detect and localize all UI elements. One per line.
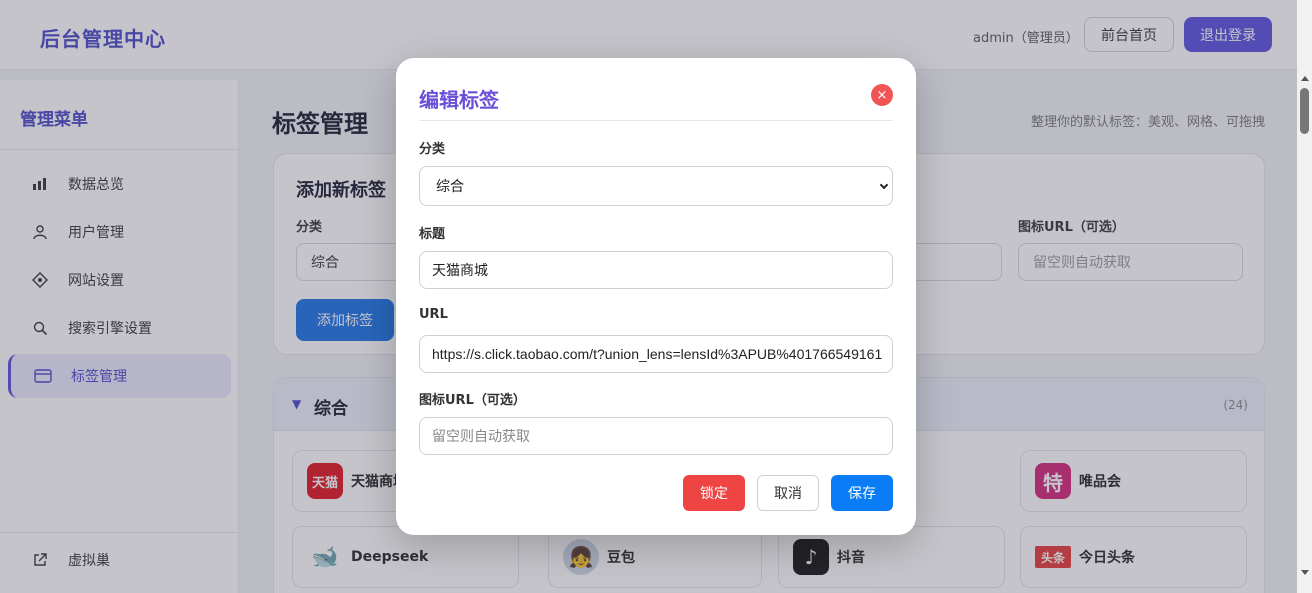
edit-tag-modal: 编辑标签 × 分类 综合 标题 天猫商城 URL https://s.click…	[396, 58, 916, 535]
close-icon[interactable]: ×	[871, 84, 893, 106]
scroll-thumb[interactable]	[1300, 88, 1309, 134]
title-label: 标题	[419, 227, 446, 242]
url-label: URL	[419, 307, 448, 322]
page-scrollbar[interactable]	[1297, 0, 1312, 593]
icon-url-input[interactable]: 留空则自动获取	[419, 417, 893, 455]
title-input[interactable]: 天猫商城	[419, 251, 893, 289]
url-input[interactable]: https://s.click.taobao.com/t?union_lens=…	[419, 335, 893, 373]
icon-url-label: 图标URL（可选）	[419, 393, 526, 408]
category-select[interactable]: 综合	[419, 166, 893, 206]
cancel-button[interactable]: 取消	[757, 475, 819, 511]
chevron-down-icon	[879, 180, 889, 190]
save-button[interactable]: 保存	[831, 475, 893, 511]
scroll-up-arrow-icon[interactable]	[1301, 76, 1309, 81]
modal-divider	[419, 120, 893, 121]
category-value: 综合	[436, 178, 464, 194]
lock-button[interactable]: 锁定	[683, 475, 745, 511]
category-label: 分类	[419, 142, 446, 157]
scroll-down-arrow-icon[interactable]	[1301, 570, 1309, 575]
modal-title: 编辑标签	[419, 88, 499, 112]
